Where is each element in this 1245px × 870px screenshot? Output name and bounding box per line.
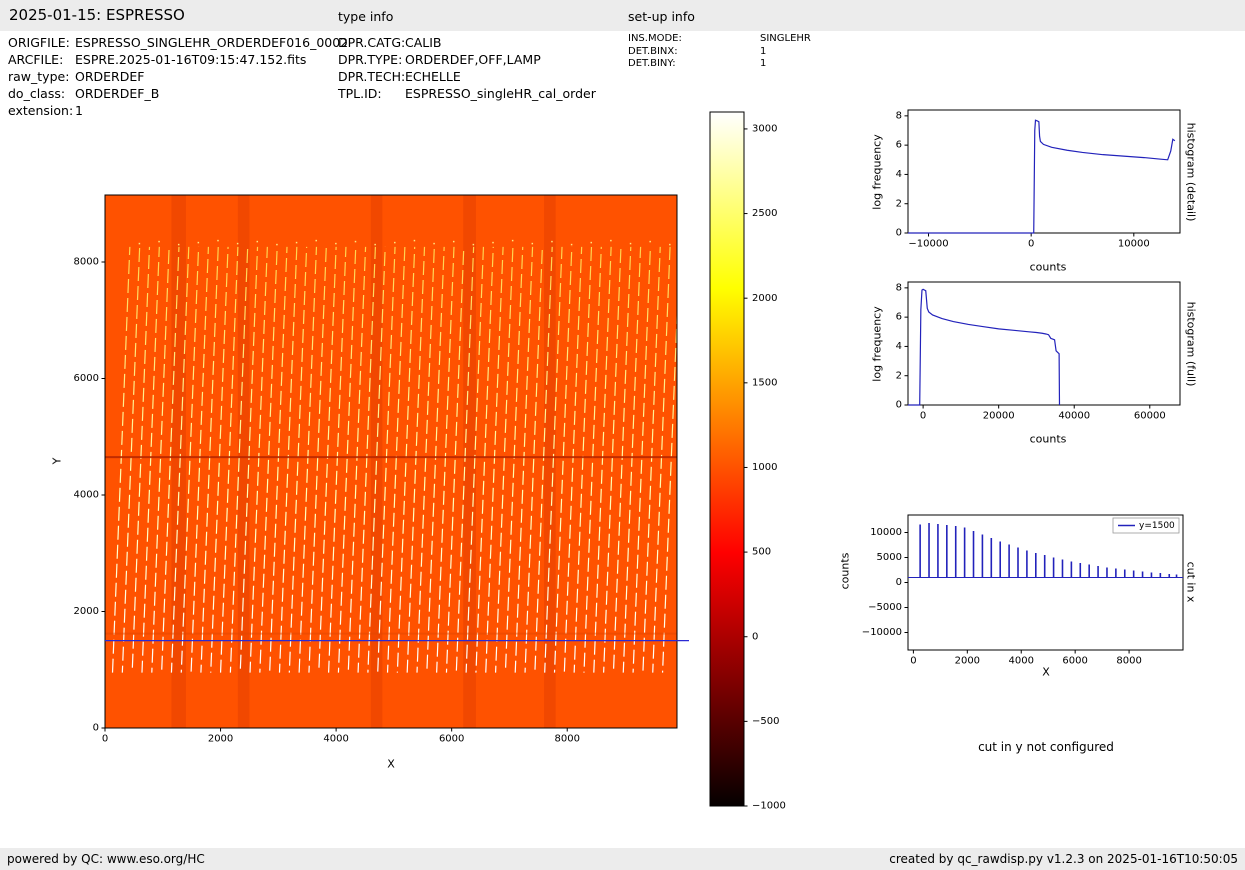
- hist-full-y-axis-label: log frequency: [870, 306, 884, 382]
- type-info-block: DPR.CATG:CALIB DPR.TYPE: ORDERDEF,OFF,LAM…: [338, 34, 596, 102]
- meta-label: ARCFILE:: [8, 52, 64, 67]
- meta-label: DPR.TYPE:: [338, 52, 403, 67]
- hist-full-x-axis-label: counts: [1029, 432, 1067, 446]
- colorbar: [705, 105, 800, 820]
- meta-row-dprtype: DPR.TYPE: ORDERDEF,OFF,LAMP: [338, 51, 596, 68]
- meta-value: ESPRESSO_singleHR_cal_order: [405, 86, 596, 101]
- meta-row-rawtype: raw_type: ORDERDEF: [8, 68, 348, 85]
- meta-value: ORDERDEF,OFF,LAMP: [405, 52, 541, 67]
- histogram-detail-plot: [830, 95, 1210, 275]
- cut-in-y-note: cut in y not configured: [978, 740, 1114, 754]
- histogram-full-plot: [830, 267, 1210, 447]
- hist-detail-side-label: histogram (detail): [1184, 122, 1198, 222]
- meta-label: raw_type:: [8, 69, 70, 84]
- meta-label: extension:: [8, 103, 74, 118]
- meta-value: CALIB: [405, 35, 442, 50]
- meta-row-origfile: ORIGFILE: ESPRESSO_SINGLEHR_ORDERDEF016_0…: [8, 34, 348, 51]
- meta-value: 1: [760, 58, 767, 69]
- raw-frame-heatmap: [40, 175, 700, 785]
- meta-row-detbiny: DET.BINY: 1: [628, 58, 811, 71]
- meta-value: 1: [760, 45, 767, 57]
- meta-value: ORDERDEF: [75, 69, 145, 84]
- hist-detail-x-axis-label: counts: [1029, 260, 1067, 274]
- file-info-block: ORIGFILE: ESPRESSO_SINGLEHR_ORDERDEF016_0…: [8, 34, 348, 119]
- cut-x-side-label: cut in x: [1184, 561, 1198, 603]
- type-info-heading: type info: [338, 9, 394, 24]
- meta-row-insmode: INS.MODE: SINGLEHR: [628, 33, 811, 46]
- meta-row-arcfile: ARCFILE: ESPRE.2025-01-16T09:15:47.152.fi…: [8, 51, 348, 68]
- meta-value: ORDERDEF_B: [75, 86, 160, 101]
- meta-label: TPL.ID:: [338, 86, 382, 101]
- hist-detail-y-axis-label: log frequency: [870, 134, 884, 210]
- meta-label: DPR.CATG:: [338, 35, 406, 50]
- meta-value: SINGLEHR: [760, 33, 811, 44]
- cut-x-y-axis-label: counts: [838, 552, 852, 590]
- meta-row-detbinx: DET.BINX: 1: [628, 46, 811, 59]
- cut-in-x-plot: [825, 500, 1210, 680]
- meta-row-dprcatg: DPR.CATG:CALIB: [338, 34, 596, 51]
- hist-full-side-label: histogram (full): [1184, 301, 1198, 387]
- meta-label: do_class:: [8, 86, 66, 101]
- meta-value: ECHELLE: [405, 69, 461, 84]
- footer-left-text: powered by QC: www.eso.org/HC: [7, 852, 205, 866]
- page-title: 2025-01-15: ESPRESSO: [9, 6, 185, 24]
- meta-row-extension: extension: 1: [8, 102, 348, 119]
- setup-info-heading: set-up info: [628, 9, 695, 24]
- main-x-axis-label: X: [387, 757, 395, 771]
- meta-label: DPR.TECH:: [338, 69, 406, 84]
- cut-x-x-axis-label: X: [1042, 665, 1050, 679]
- meta-label: DET.BINY:: [628, 58, 676, 69]
- meta-label: ORIGFILE:: [8, 35, 70, 50]
- meta-label: DET.BINX:: [628, 45, 678, 57]
- meta-value: ESPRESSO_SINGLEHR_ORDERDEF016_0002: [75, 35, 349, 50]
- meta-label: INS.MODE:: [628, 33, 682, 44]
- header-bar: 2025-01-15: ESPRESSO type info set-up in…: [0, 0, 1245, 31]
- meta-row-dprtech: DPR.TECH:ECHELLE: [338, 68, 596, 85]
- footer-bar: powered by QC: www.eso.org/HC created by…: [0, 848, 1245, 870]
- meta-row-tplid: TPL.ID: ESPRESSO_singleHR_cal_order: [338, 85, 596, 102]
- footer-right-text: created by qc_rawdisp.py v1.2.3 on 2025-…: [889, 852, 1238, 866]
- meta-row-doclass: do_class: ORDERDEF_B: [8, 85, 348, 102]
- meta-value: 1: [75, 103, 83, 118]
- setup-info-block: INS.MODE: SINGLEHR DET.BINX: 1 DET.BINY: 1: [628, 33, 811, 71]
- meta-value: ESPRE.2025-01-16T09:15:47.152.fits: [75, 52, 307, 67]
- main-y-axis-label: Y: [50, 457, 64, 465]
